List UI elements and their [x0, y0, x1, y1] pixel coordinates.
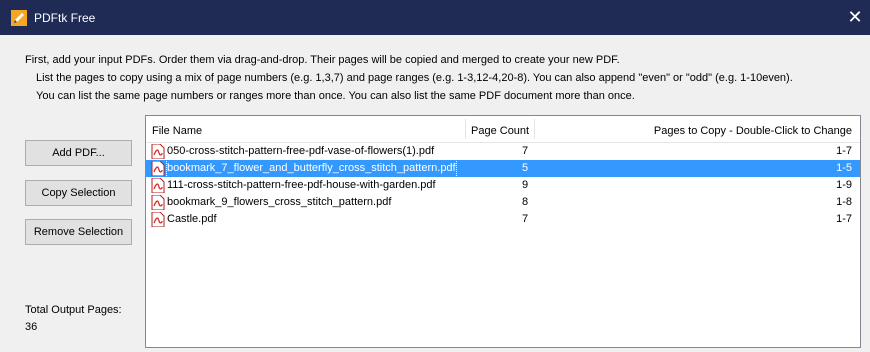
list-item[interactable]: bookmark_7_flower_and_butterfly_cross_st… [146, 159, 860, 178]
page-count: 8 [522, 196, 529, 208]
pdf-file-list[interactable]: File Name Page Count Pages to Copy - Dou… [145, 115, 861, 348]
file-name: 050-cross-stitch-pattern-free-pdf-vase-o… [167, 145, 435, 157]
close-icon: ✕ [847, 7, 863, 27]
page-count: 5 [522, 162, 529, 174]
pdf-file-icon [151, 212, 165, 227]
instruction-line-2: List the pages to copy using a mix of pa… [36, 72, 793, 84]
add-pdf-button[interactable]: Add PDF... [25, 140, 132, 166]
pages-to-copy[interactable]: 1-5 [836, 160, 852, 177]
pdf-file-icon [151, 195, 165, 210]
remove-selection-button[interactable]: Remove Selection [25, 219, 132, 245]
page-count: 7 [522, 213, 529, 225]
list-item[interactable]: bookmark_9_flowers_cross_stitch_pattern.… [146, 194, 860, 211]
total-output-pages: Total Output Pages: 36 [25, 302, 122, 336]
pages-to-copy[interactable]: 1-7 [836, 143, 852, 160]
column-header-pages-to-copy[interactable]: Pages to Copy - Double-Click to Change [654, 125, 852, 137]
list-item[interactable]: Castle.pdf 7 1-7 [146, 211, 860, 228]
file-name: 111-cross-stitch-pattern-free-pdf-house-… [167, 179, 436, 191]
copy-selection-button[interactable]: Copy Selection [25, 180, 132, 206]
window-title: PDFtk Free [34, 11, 96, 25]
pdftk-pencil-icon [11, 10, 27, 26]
total-output-pages-label: Total Output Pages: [25, 304, 122, 316]
list-header: File Name Page Count Pages to Copy - Dou… [146, 116, 860, 143]
page-count: 7 [522, 145, 529, 157]
file-name: bookmark_9_flowers_cross_stitch_pattern.… [167, 196, 392, 208]
pdf-file-icon [151, 161, 165, 176]
pdf-file-icon [151, 178, 165, 193]
column-divider[interactable] [534, 119, 535, 139]
list-rows: 050-cross-stitch-pattern-free-pdf-vase-o… [146, 143, 860, 228]
file-name: bookmark_7_flower_and_butterfly_cross_st… [166, 159, 457, 178]
instruction-line-1: First, add your input PDFs. Order them v… [25, 54, 620, 66]
title-bar: PDFtk Free ✕ [0, 0, 870, 35]
instructions: First, add your input PDFs. Order them v… [25, 51, 793, 105]
pages-to-copy[interactable]: 1-8 [836, 194, 852, 211]
column-divider[interactable] [465, 119, 466, 139]
pdf-file-icon [151, 144, 165, 159]
list-item[interactable]: 050-cross-stitch-pattern-free-pdf-vase-o… [146, 143, 860, 160]
total-output-pages-value: 36 [25, 321, 38, 333]
list-item[interactable]: 111-cross-stitch-pattern-free-pdf-house-… [146, 177, 860, 194]
column-header-page-count[interactable]: Page Count [471, 125, 529, 137]
pages-to-copy[interactable]: 1-9 [836, 177, 852, 194]
instruction-line-3: You can list the same page numbers or ra… [36, 90, 635, 102]
pages-to-copy[interactable]: 1-7 [836, 211, 852, 228]
column-header-file-name[interactable]: File Name [152, 125, 202, 137]
file-name: Castle.pdf [167, 213, 217, 225]
close-button[interactable]: ✕ [840, 0, 870, 35]
page-count: 9 [522, 179, 529, 191]
